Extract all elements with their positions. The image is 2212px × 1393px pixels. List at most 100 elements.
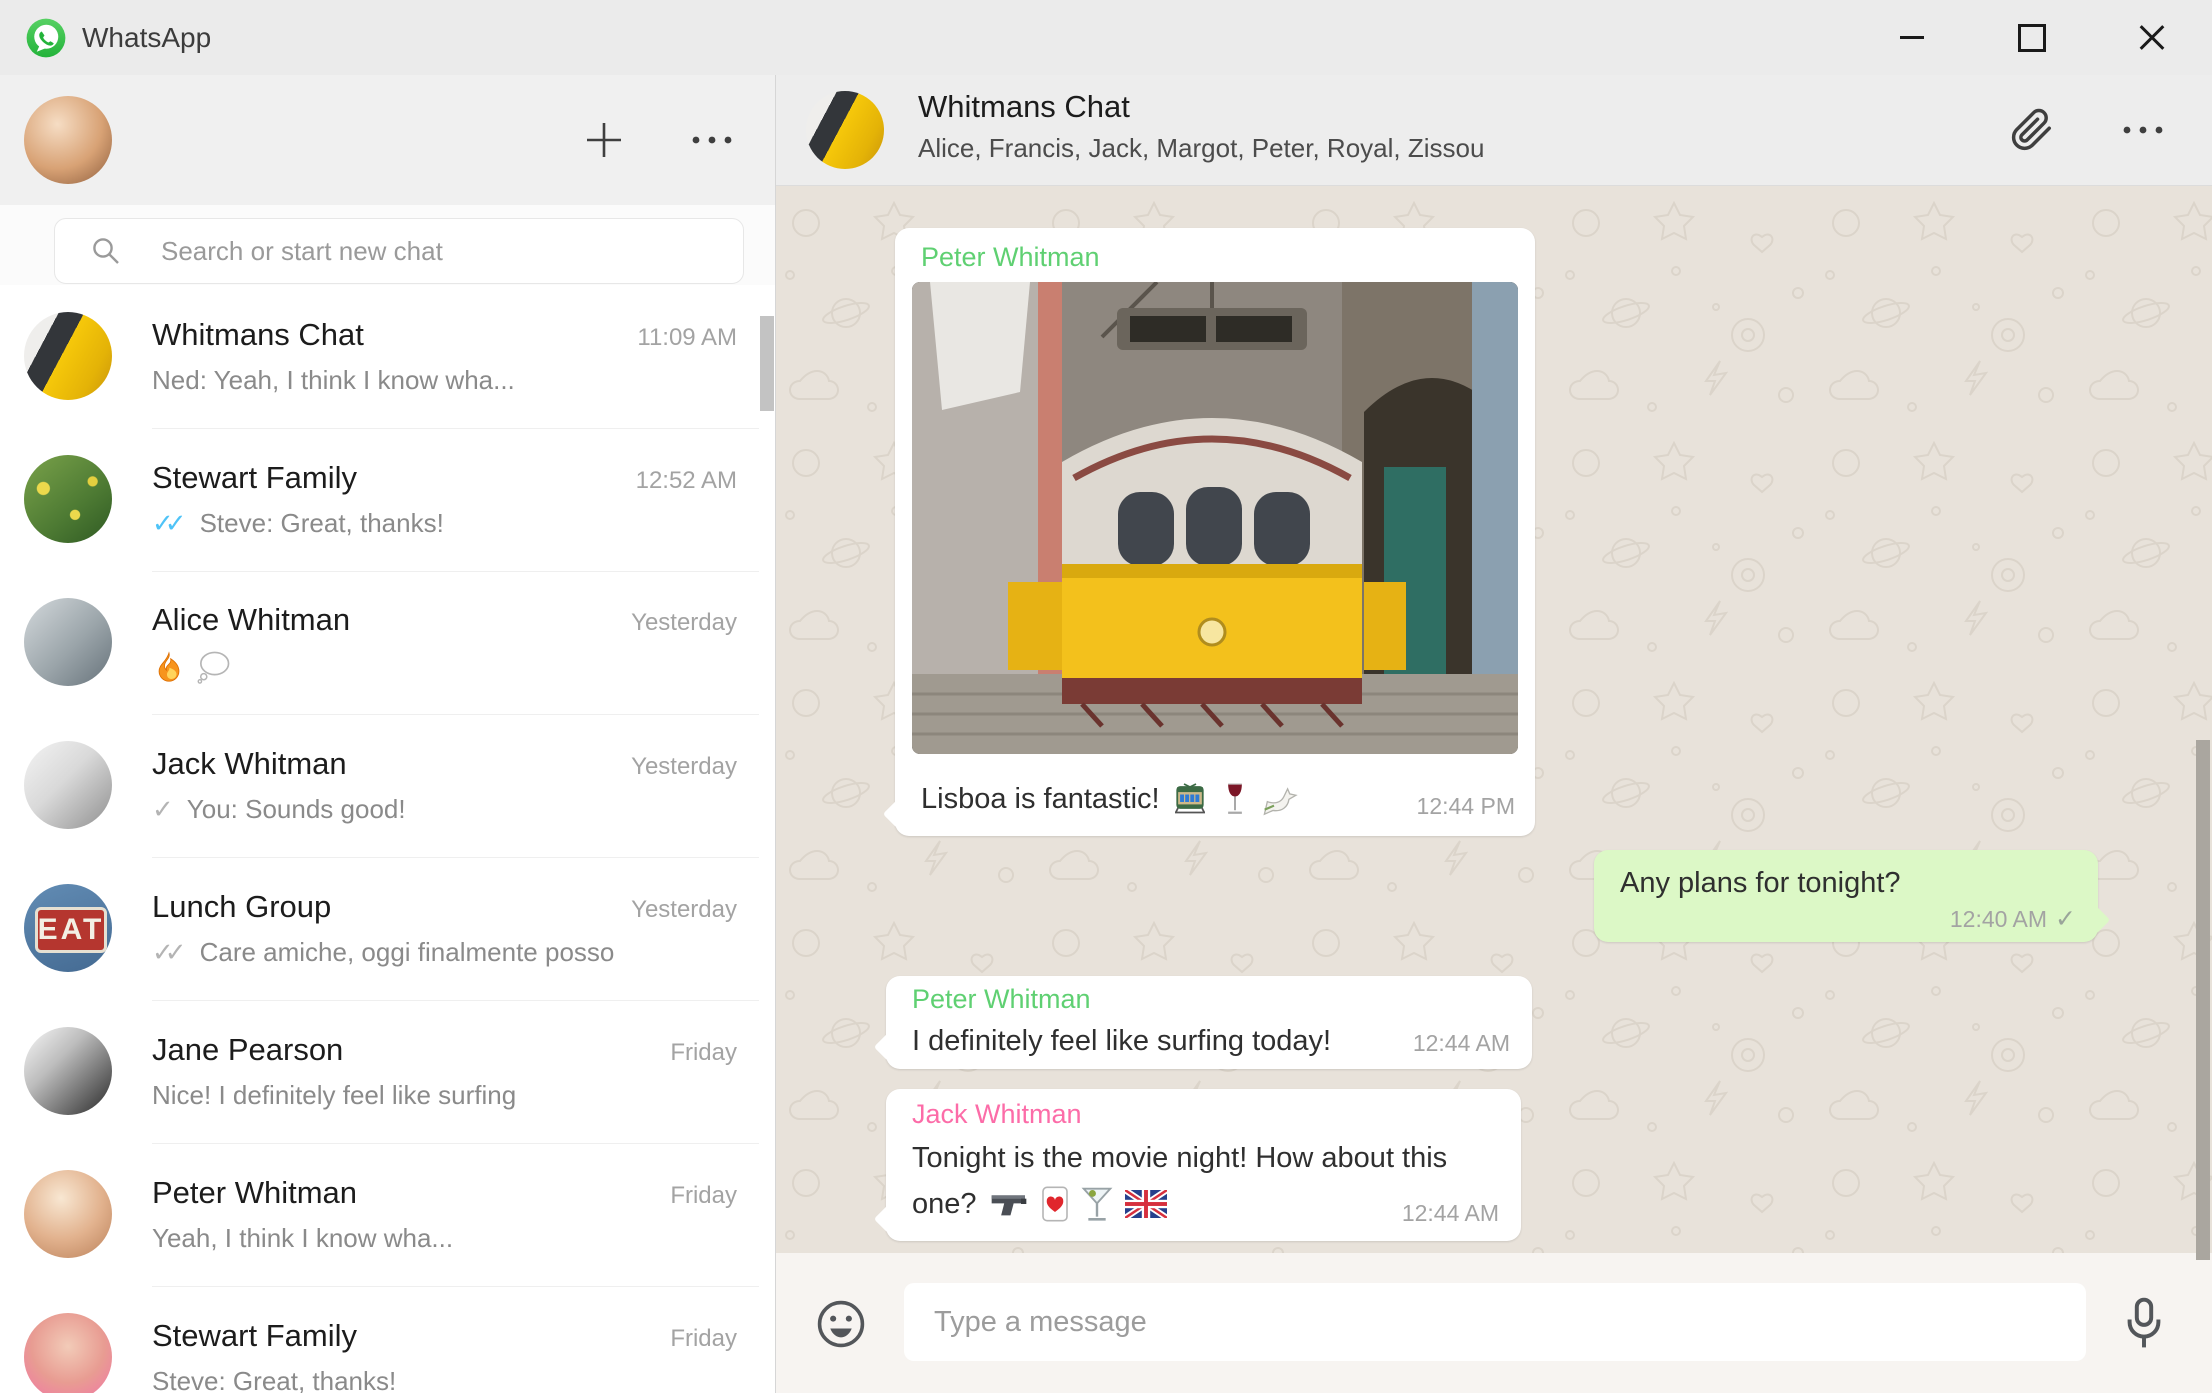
paperclip-icon — [2011, 108, 2051, 151]
title-bar: WhatsApp — [0, 0, 2212, 76]
chat-preview: Steve: Great, thanks! — [152, 1366, 397, 1393]
conversation-panel: Whitmans Chat Alice, Francis, Jack, Marg… — [776, 75, 2212, 1393]
pistol-emoji — [989, 1189, 1029, 1219]
whatsapp-logo-icon — [26, 18, 66, 58]
my-profile-avatar[interactable] — [24, 96, 112, 184]
minimize-button[interactable] — [1852, 0, 1972, 75]
sent-tick-icon: ✓ — [2055, 905, 2076, 933]
message-time: 12:40 AM — [1949, 905, 2048, 932]
delivered-ticks-icon: ✓✓ — [152, 937, 186, 967]
message-sender: Peter Whitman — [912, 984, 1091, 1014]
sidebar-header — [0, 75, 775, 205]
sent-tick-icon: ✓ — [152, 794, 174, 824]
message-area: Peter Whitman Lisboa is fantastic! 12:44… — [776, 185, 2212, 1260]
message-time: 12:44 AM — [1412, 1030, 1510, 1056]
chat-time: 12:52 AM — [635, 467, 737, 494]
tram-photo[interactable] — [912, 282, 1518, 754]
chat-list-item-whitmans-chat[interactable]: Whitmans Chat 11:09 AM Ned: Yeah, I think… — [0, 285, 775, 429]
chat-time: 11:09 AM — [637, 324, 737, 351]
minimize-icon — [1900, 36, 1924, 39]
chat-name: Jack Whitman — [152, 746, 347, 781]
chat-time: Friday — [670, 1325, 737, 1352]
message-text-line1: Tonight is the movie night! How about th… — [912, 1142, 1448, 1174]
message-incoming: Jack Whitman Tonight is the movie night!… — [886, 1089, 1521, 1241]
avatar — [24, 741, 112, 829]
avatar — [24, 1313, 112, 1393]
chat-name: Stewart Family — [152, 460, 357, 495]
chat-list-item-peter-whitman[interactable]: Peter Whitman Friday Yeah, I think I know… — [0, 1143, 775, 1287]
chat-preview: Nice! I definitely feel like surfing — [152, 1080, 517, 1110]
message-input-box[interactable] — [904, 1283, 2086, 1361]
read-ticks-icon: ✓✓ — [152, 508, 186, 538]
message-outgoing: Any plans for tonight? 12:40 AM ✓ — [1594, 850, 2098, 942]
voice-message-button[interactable] — [2124, 1297, 2164, 1351]
fire-emoji — [152, 650, 186, 684]
microphone-icon — [2127, 1297, 2161, 1348]
chat-name: Jane Pearson — [152, 1032, 344, 1067]
chat-list-item-jack-whitman[interactable]: Jack Whitman Yesterday ✓ You: Sounds good! — [0, 714, 775, 858]
chat-time: Yesterday — [631, 608, 737, 636]
eat-sign-label: EAT — [34, 906, 108, 954]
chat-list-item-stewart-family-2[interactable]: Stewart Family Friday Steve: Great, thank… — [0, 1286, 775, 1393]
conversation-header[interactable]: Whitmans Chat Alice, Francis, Jack, Marg… — [776, 75, 2212, 186]
close-button[interactable] — [2092, 0, 2212, 75]
maximize-button[interactable] — [1972, 0, 2092, 75]
image-caption: Lisboa is fantastic! — [921, 782, 1160, 815]
search-input[interactable] — [159, 234, 683, 268]
chat-time: Yesterday — [631, 753, 737, 780]
message-input[interactable] — [932, 1304, 2036, 1340]
sidebar-menu-button[interactable] — [689, 133, 735, 147]
smiley-icon — [817, 1300, 865, 1348]
chat-list-item-lunch-group[interactable]: EAT Lunch Group Yesterday ✓✓ Care amiche, … — [0, 857, 775, 1001]
chat-preview: Steve: Great, thanks! — [199, 508, 444, 538]
thought-balloon-emoji — [196, 650, 232, 684]
hearts-card-emoji — [1041, 1186, 1069, 1222]
chat-preview: Care amiche, oggi finalmente posso — [199, 937, 615, 967]
app-title: WhatsApp — [82, 21, 212, 53]
uk-flag-emoji — [1124, 1190, 1167, 1219]
message-time: 12:44 PM — [1416, 793, 1515, 819]
group-avatar[interactable] — [806, 91, 884, 169]
chat-list-item-alice-whitman[interactable]: Alice Whitman Yesterday — [0, 571, 775, 715]
message-text: Any plans for tonight? — [1620, 867, 1901, 899]
sidebar: Whitmans Chat 11:09 AM Ned: Yeah, I think… — [0, 75, 776, 1393]
tram-emoji — [1172, 781, 1208, 817]
chat-scrollbar[interactable] — [2196, 740, 2210, 1260]
chat-list-item-jane-pearson[interactable]: Jane Pearson Friday Nice! I definitely fe… — [0, 1000, 775, 1144]
conversation-title: Whitmans Chat — [918, 89, 1130, 124]
sidebar-scrollbar[interactable] — [760, 316, 774, 411]
message-text: I definitely feel like surfing today! — [912, 1025, 1332, 1057]
chat-time: Friday — [670, 1182, 737, 1209]
message-sender: Jack Whitman — [912, 1099, 1082, 1129]
avatar — [24, 1170, 112, 1258]
search-icon — [93, 238, 119, 264]
attach-button[interactable] — [2010, 106, 2054, 154]
chat-list-item-stewart-family[interactable]: Stewart Family 12:52 AM ✓✓ Steve: Great, t… — [0, 428, 775, 572]
chat-name: Stewart Family — [152, 1318, 357, 1353]
message-time: 12:44 AM — [1401, 1200, 1499, 1226]
avatar — [24, 455, 112, 543]
composer-bar — [776, 1253, 2212, 1393]
chat-time: Friday — [670, 1039, 737, 1066]
chat-name: Whitmans Chat — [152, 317, 364, 352]
message-incoming-image: Peter Whitman Lisboa is fantastic! 12:44… — [895, 228, 1535, 836]
avatar — [24, 312, 112, 400]
chat-preview: Yeah, I think I know wha... — [152, 1223, 454, 1253]
window-controls — [1852, 0, 2212, 75]
maximize-icon — [2018, 23, 2046, 52]
message-sender: Peter Whitman — [921, 242, 1100, 272]
message-text-line2: one? — [912, 1188, 977, 1220]
avatar — [24, 598, 112, 686]
conversation-menu-button[interactable] — [2120, 123, 2166, 137]
chat-time: Yesterday — [631, 896, 737, 923]
chat-name: Alice Whitman — [152, 601, 351, 637]
search-section — [0, 205, 775, 285]
new-chat-button[interactable] — [581, 117, 627, 163]
cocktail-glass-emoji — [1081, 1186, 1113, 1222]
dove-emoji — [1262, 782, 1302, 816]
search-box[interactable] — [54, 218, 744, 284]
emoji-picker-button[interactable] — [816, 1299, 866, 1349]
chat-name: Peter Whitman — [152, 1175, 358, 1210]
close-icon — [2139, 25, 2165, 51]
chat-preview: Ned: Yeah, I think I know wha... — [152, 365, 515, 395]
